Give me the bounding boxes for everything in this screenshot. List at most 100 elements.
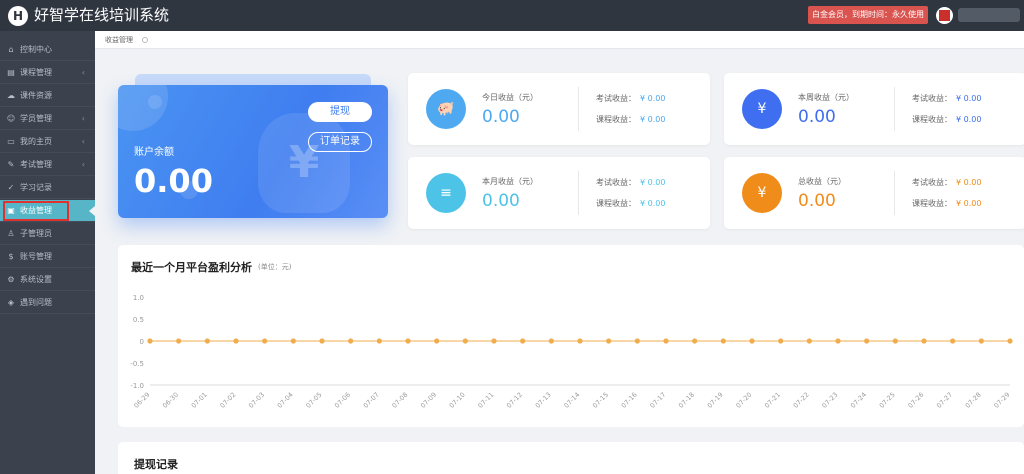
y-tick-label: -0.5 bbox=[130, 360, 144, 368]
app-title[interactable]: 好智学在线培训系统 bbox=[34, 6, 169, 24]
stat-value: 0.00 bbox=[482, 107, 520, 127]
exam-income-row: 考试收益： ¥ 0.00 bbox=[912, 93, 981, 104]
data-point[interactable] bbox=[548, 338, 554, 344]
yen-bag-icon: ¥ bbox=[258, 113, 350, 213]
yen-wallet-icon: ¥ bbox=[742, 89, 782, 129]
x-tick-label: 07-12 bbox=[505, 391, 524, 410]
breadcrumb-tab[interactable]: 收益管理 bbox=[105, 35, 133, 45]
stat-label: 本月收益（元） bbox=[482, 177, 538, 186]
data-point[interactable] bbox=[462, 338, 468, 344]
data-point[interactable] bbox=[1007, 338, 1013, 344]
y-tick-label: 1.0 bbox=[133, 294, 144, 302]
avatar[interactable] bbox=[936, 7, 953, 24]
data-point[interactable] bbox=[147, 338, 153, 344]
piggy-bank-icon: 🐖 bbox=[426, 89, 466, 129]
decorative-bubble bbox=[118, 85, 168, 131]
x-tick-label: 07-04 bbox=[276, 391, 295, 410]
data-point[interactable] bbox=[376, 338, 382, 344]
x-tick-label: 07-08 bbox=[390, 391, 409, 410]
data-point[interactable] bbox=[434, 338, 440, 344]
data-point[interactable] bbox=[262, 338, 268, 344]
sidebar-item[interactable]: $ 账号管理 bbox=[0, 246, 95, 268]
data-point[interactable] bbox=[319, 338, 325, 344]
profit-chart-card: 最近一个月平台盈利分析 (单位：元) 1.0 0.5 0 -0.5 -1.0 06-29 0… bbox=[118, 245, 1024, 427]
balance-value: 0.00 bbox=[134, 162, 213, 200]
sidebar-item-label: 系统设置 bbox=[20, 275, 52, 284]
stat-label: 总收益（元） bbox=[798, 177, 846, 186]
decorative-bubble bbox=[148, 95, 162, 109]
x-tick-label: 07-10 bbox=[448, 391, 467, 410]
x-tick-label: 07-14 bbox=[562, 391, 581, 410]
data-point[interactable] bbox=[176, 338, 182, 344]
x-tick-label: 07-02 bbox=[218, 391, 237, 410]
exam-income-value: ¥ 0.00 bbox=[640, 94, 666, 103]
sidebar-item[interactable]: ⚙ 系统设置 bbox=[0, 269, 95, 291]
data-point[interactable] bbox=[520, 338, 526, 344]
data-point[interactable] bbox=[778, 338, 784, 344]
course-income-label: 课程收益： bbox=[912, 115, 952, 124]
sidebar-item[interactable]: ◈ 遇到问题 bbox=[0, 292, 95, 314]
tab-close-icon[interactable] bbox=[142, 37, 148, 43]
x-tick-label: 07-06 bbox=[333, 391, 352, 410]
x-tick-label: 07-23 bbox=[820, 391, 839, 410]
sidebar-item[interactable]: ✓ 学习记录 bbox=[0, 177, 95, 199]
course-income-label: 课程收益： bbox=[596, 115, 636, 124]
data-point[interactable] bbox=[663, 338, 669, 344]
sidebar-item-label: 遇到问题 bbox=[20, 298, 52, 307]
data-point[interactable] bbox=[692, 338, 698, 344]
exam-income-label: 考试收益： bbox=[912, 94, 952, 103]
data-point[interactable] bbox=[720, 338, 726, 344]
data-point[interactable] bbox=[749, 338, 755, 344]
sidebar-item[interactable]: ☁ 课件资源 bbox=[0, 85, 95, 107]
sidebar-item-label: 控制中心 bbox=[20, 45, 52, 54]
withdraw-button[interactable]: 提现 bbox=[308, 102, 372, 122]
data-point[interactable] bbox=[290, 338, 296, 344]
sidebar-item[interactable]: ♙ 子管理员 bbox=[0, 223, 95, 245]
order-records-button[interactable]: 订单记录 bbox=[308, 132, 372, 152]
sidebar-item[interactable]: ▤ 课程管理 ‹ bbox=[0, 62, 95, 84]
x-tick-label: 07-03 bbox=[247, 391, 266, 410]
sidebar-item[interactable]: ▣ 收益管理 bbox=[0, 200, 95, 222]
withdrawals-title: 提现记录 bbox=[134, 458, 178, 471]
data-point[interactable] bbox=[233, 338, 239, 344]
sidebar-item[interactable]: ⌂ 控制中心 bbox=[0, 39, 95, 61]
x-tick-label: 07-26 bbox=[906, 391, 925, 410]
vip-status-badge[interactable]: 白金会员，到期时间：永久使用 bbox=[808, 6, 928, 24]
data-point[interactable] bbox=[204, 338, 210, 344]
sidebar-item-label: 我的主页 bbox=[20, 137, 52, 146]
data-point[interactable] bbox=[921, 338, 927, 344]
sidebar: ⌂ 控制中心 ▤ 课程管理 ‹ ☁ 课件资源 ☺ 学员管理 ‹ ▭ 我的主页 ‹ ✎ 考试管理 ‹ ✓ 学习记录 ▣… bbox=[0, 31, 95, 474]
avatar-image bbox=[939, 10, 950, 21]
data-point[interactable] bbox=[491, 338, 497, 344]
data-point[interactable] bbox=[978, 338, 984, 344]
x-tick-label: 07-22 bbox=[792, 391, 811, 410]
course-income-row: 课程收益： ¥ 0.00 bbox=[596, 198, 665, 209]
data-point[interactable] bbox=[405, 338, 411, 344]
divider bbox=[894, 171, 895, 215]
course-income-row: 课程收益： ¥ 0.00 bbox=[596, 114, 665, 125]
data-point[interactable] bbox=[864, 338, 870, 344]
sidebar-item-label: 考试管理 bbox=[20, 160, 52, 169]
logo-icon[interactable]: H bbox=[8, 6, 28, 26]
balance-label: 账户余额 bbox=[134, 147, 174, 158]
account-icon: $ bbox=[8, 252, 14, 261]
stat-label: 今日收益（元） bbox=[482, 93, 538, 102]
username-blurred[interactable] bbox=[958, 8, 1020, 22]
data-point[interactable] bbox=[892, 338, 898, 344]
sidebar-item[interactable]: ✎ 考试管理 ‹ bbox=[0, 154, 95, 176]
help-icon: ◈ bbox=[7, 298, 15, 307]
x-tick-label: 07-07 bbox=[362, 391, 381, 410]
sidebar-item[interactable]: ☺ 学员管理 ‹ bbox=[0, 108, 95, 130]
data-point[interactable] bbox=[806, 338, 812, 344]
data-point[interactable] bbox=[348, 338, 354, 344]
sidebar-item[interactable]: ▭ 我的主页 ‹ bbox=[0, 131, 95, 153]
sidebar-item-label: 学员管理 bbox=[20, 114, 52, 123]
profit-line-chart[interactable]: 1.0 0.5 0 -0.5 -1.006-29 06-30 07-01 07-02 07-03… bbox=[118, 285, 1024, 427]
data-point[interactable] bbox=[606, 338, 612, 344]
breadcrumb: 收益管理 bbox=[95, 31, 1024, 49]
exam-income-label: 考试收益： bbox=[912, 178, 952, 187]
data-point[interactable] bbox=[950, 338, 956, 344]
data-point[interactable] bbox=[835, 338, 841, 344]
data-point[interactable] bbox=[634, 338, 640, 344]
data-point[interactable] bbox=[577, 338, 583, 344]
